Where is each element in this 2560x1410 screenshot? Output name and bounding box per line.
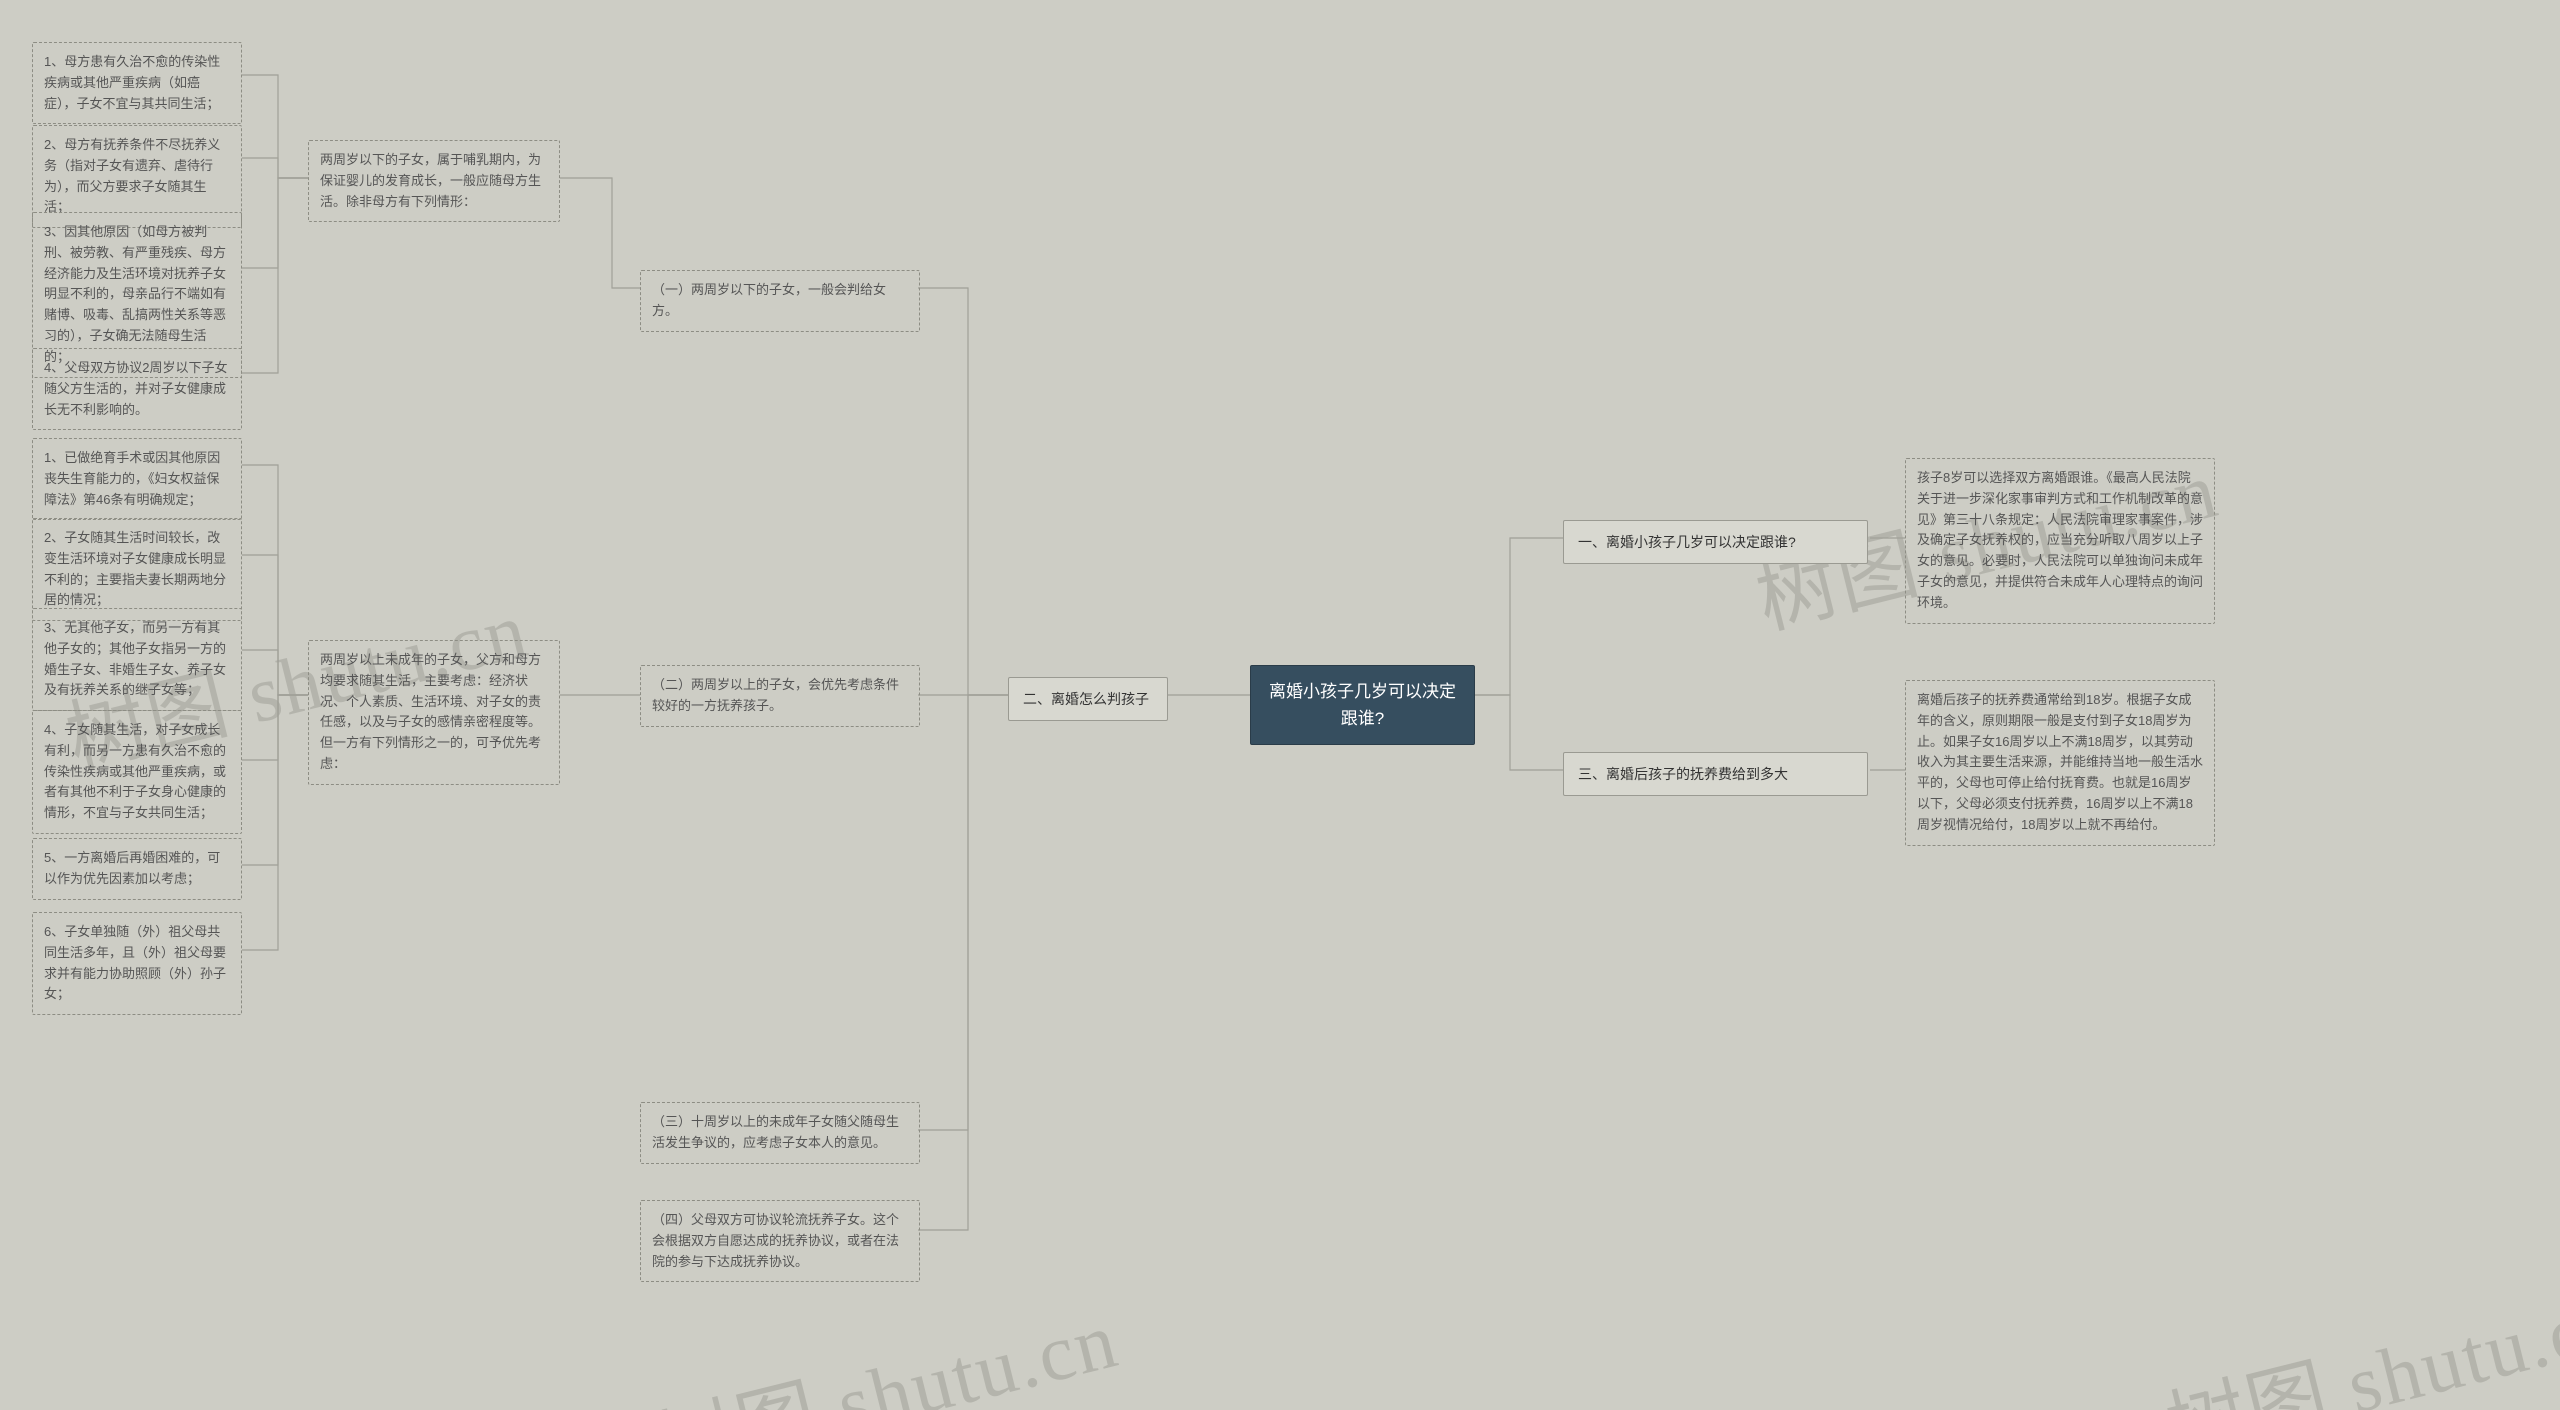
s1-c4: 4、父母双方协议2周岁以下子女随父方生活的，并对子女健康成长无不利影响的。 [32,348,242,430]
sub-s2[interactable]: （二）两周岁以上的子女，会优先考虑条件较好的一方抚养孩子。 [640,665,920,727]
note-s1: 两周岁以下的子女，属于哺乳期内，为保证婴儿的发育成长，一般应随母方生活。除非母方… [308,140,560,222]
s2-c3: 3、无其他子女，而另一方有其他子女的；其他子女指另一方的婚生子女、非婚生子女、养… [32,608,242,711]
branch-r3[interactable]: 三、离婚后孩子的抚养费给到多大 [1563,752,1868,796]
root-node[interactable]: 离婚小孩子几岁可以决定跟谁? [1250,665,1475,745]
s1-c1: 1、母方患有久治不愈的传染性疾病或其他严重疾病（如癌症），子女不宜与其共同生活； [32,42,242,124]
leaf-r3: 离婚后孩子的抚养费通常给到18岁。根据子女成年的含义，原则期限一般是支付到子女1… [1905,680,2215,846]
s2-c6: 6、子女单独随（外）祖父母共同生活多年，且（外）祖父母要求并有能力协助照顾（外）… [32,912,242,1015]
sub-s1[interactable]: （一）两周岁以下的子女，一般会判给女方。 [640,270,920,332]
sub-s4[interactable]: （四）父母双方可协议轮流抚养子女。这个会根据双方自愿达成的抚养协议，或者在法院的… [640,1200,920,1282]
branch-l2[interactable]: 二、离婚怎么判孩子 [1008,677,1168,721]
s2-c4: 4、子女随其生活，对子女成长有利，而另一方患有久治不愈的传染性疾病或其他严重疾病… [32,710,242,834]
s2-c1: 1、已做绝育手术或因其他原因丧失生育能力的，《妇女权益保障法》第46条有明确规定… [32,438,242,520]
sub-s3[interactable]: （三）十周岁以上的未成年子女随父随母生活发生争议的，应考虑子女本人的意见。 [640,1102,920,1164]
s2-c5: 5、一方离婚后再婚困难的，可以作为优先因素加以考虑； [32,838,242,900]
branch-r1[interactable]: 一、离婚小孩子几岁可以决定跟谁? [1563,520,1868,564]
leaf-r1: 孩子8岁可以选择双方离婚跟谁。《最高人民法院关于进一步深化家事审判方式和工作机制… [1905,458,2215,624]
note-s2: 两周岁以上未成年的子女，父方和母方均要求随其生活，主要考虑：经济状况、个人素质、… [308,640,560,785]
s2-c2: 2、子女随其生活时间较长，改变生活环境对子女健康成长明显不利的；主要指夫妻长期两… [32,518,242,621]
watermark: 树图 shutu.cn [643,1275,1128,1410]
watermark: 树图 shutu.cn [2153,1255,2560,1410]
